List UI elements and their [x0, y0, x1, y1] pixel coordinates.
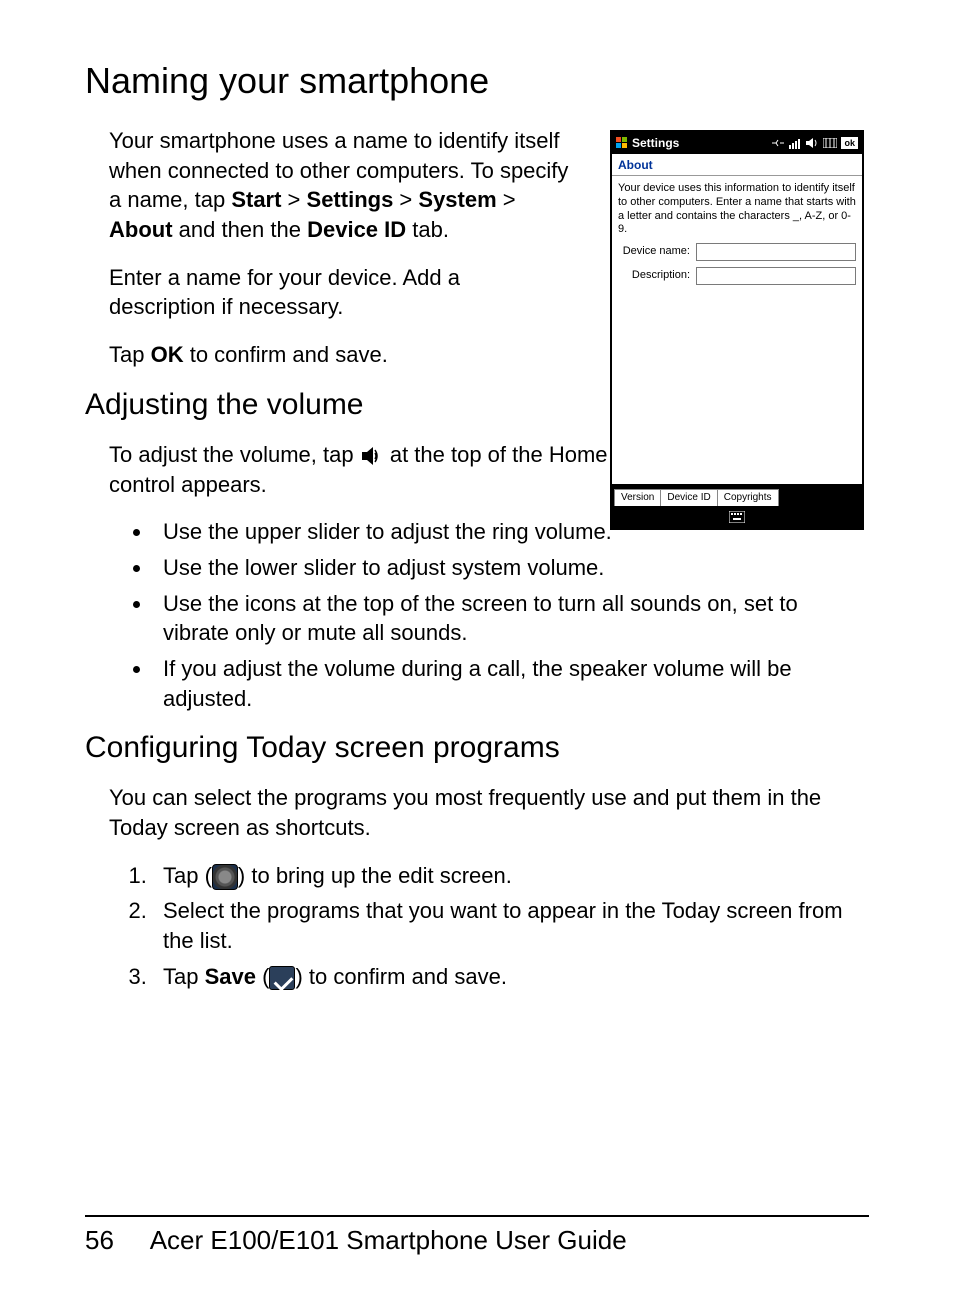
gear-icon	[212, 864, 238, 890]
list-item: Tap ( ) to bring up the edit screen.	[153, 861, 869, 891]
text: Tap	[109, 342, 151, 367]
wm-note-text: Your device uses this information to ide…	[618, 182, 856, 237]
bold-start: Start	[231, 187, 281, 212]
speaker-icon[interactable]	[805, 137, 819, 149]
device-name-label: Device name:	[618, 245, 690, 259]
check-icon	[269, 966, 295, 990]
text: tab.	[406, 217, 449, 242]
bold-settings: Settings	[307, 187, 394, 212]
bold-device-id: Device ID	[307, 217, 406, 242]
para-enter-name: Enter a name for your device. Add a desc…	[109, 263, 569, 322]
text: ) to confirm and save.	[295, 964, 507, 989]
list-item: Tap Save ( ) to confirm and save.	[153, 962, 869, 992]
device-name-input[interactable]	[696, 243, 856, 261]
para-name-intro: Your smartphone uses a name to identify …	[109, 126, 569, 245]
para-tap-ok: Tap OK to confirm and save.	[109, 340, 569, 370]
text: >	[281, 187, 306, 212]
wm-tab-bar: Version Device ID Copyrights	[612, 484, 862, 506]
embedded-screenshot: Settings ok About Your device uses this …	[610, 130, 864, 530]
text: to confirm and save.	[184, 342, 388, 367]
bold-save: Save	[205, 964, 256, 989]
description-label: Description:	[618, 269, 690, 283]
wm-about-header: About	[612, 154, 862, 176]
volume-bullet-list: Use the upper slider to adjust the ring …	[153, 517, 869, 713]
list-item: If you adjust the volume during a call, …	[153, 654, 869, 713]
connection-icon[interactable]	[771, 137, 785, 149]
page-footer: 56 Acer E100/E101 Smartphone User Guide	[85, 1215, 869, 1256]
wm-titlebar: Settings ok	[612, 132, 862, 154]
description-input[interactable]	[696, 267, 856, 285]
heading-naming-smartphone: Naming your smartphone	[85, 60, 869, 102]
page-number: 56	[85, 1225, 114, 1255]
keyboard-icon[interactable]	[823, 138, 837, 148]
para-today-intro: You can select the programs you most fre…	[109, 783, 869, 842]
bold-about: About	[109, 217, 173, 242]
wm-title-text: Settings	[632, 136, 679, 151]
text: Tap (	[163, 863, 212, 888]
text: ) to bring up the edit screen.	[238, 863, 512, 888]
tab-device-id[interactable]: Device ID	[660, 489, 717, 507]
text: and then the	[173, 217, 308, 242]
windows-flag-icon	[616, 137, 628, 149]
text: >	[497, 187, 516, 212]
wm-bottom-bar	[612, 506, 862, 528]
list-item: Use the icons at the top of the screen t…	[153, 589, 869, 648]
text: Tap	[163, 964, 205, 989]
heading-today-programs: Configuring Today screen programs	[85, 731, 869, 765]
tab-copyrights[interactable]: Copyrights	[717, 489, 779, 507]
today-steps-list: Tap ( ) to bring up the edit screen. Sele…	[153, 861, 869, 992]
list-item: Use the lower slider to adjust system vo…	[153, 553, 869, 583]
footer-title: Acer E100/E101 Smartphone User Guide	[150, 1225, 627, 1255]
text: >	[393, 187, 418, 212]
wm-ok-button[interactable]: ok	[841, 137, 858, 149]
list-item: Select the programs that you want to app…	[153, 896, 869, 955]
sip-icon[interactable]	[729, 511, 745, 523]
text: (	[256, 964, 269, 989]
speaker-inline-icon	[360, 445, 384, 467]
tab-version[interactable]: Version	[614, 489, 661, 507]
bold-ok: OK	[151, 342, 184, 367]
signal-icon[interactable]	[789, 137, 801, 149]
bold-system: System	[418, 187, 496, 212]
text: To adjust the volume, tap	[109, 442, 360, 467]
